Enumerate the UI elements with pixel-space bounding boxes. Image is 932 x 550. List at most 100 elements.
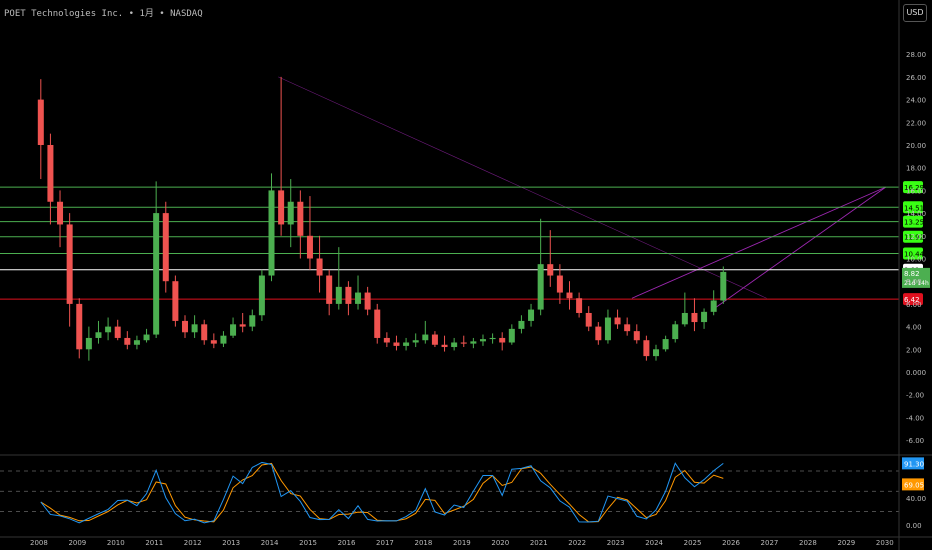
candle-body (181, 320, 188, 333)
candle-body (422, 334, 429, 341)
x-tick-label: 2028 (799, 539, 817, 547)
candle-body (268, 190, 275, 276)
x-tick-label: 2025 (684, 539, 702, 547)
candle-body (114, 326, 121, 338)
candle-body (662, 339, 669, 350)
candle-body (201, 324, 208, 341)
candle-body (297, 201, 304, 236)
y-tick-label: -4.00 (906, 414, 924, 422)
candle-body (595, 326, 602, 341)
trendline (712, 186, 887, 310)
candle-body (537, 264, 544, 310)
candle-body (364, 292, 371, 310)
candle-body (604, 317, 611, 341)
candle-body (556, 275, 563, 293)
x-tick-label: 2024 (645, 539, 663, 547)
x-tick-label: 2020 (491, 539, 509, 547)
candle-body (220, 335, 227, 344)
candle-body (66, 224, 73, 304)
candle-body (431, 334, 438, 345)
candle-body (710, 300, 717, 312)
candle-body (499, 337, 506, 343)
y-tick-label: 8.00 (906, 278, 922, 286)
candle-body (681, 312, 688, 325)
osc-k-line (40, 461, 724, 524)
x-tick-label: 2012 (184, 539, 202, 547)
candle-body (172, 281, 179, 321)
candle-body (441, 344, 448, 348)
x-tick-label: 2015 (299, 539, 317, 547)
osc-value-label: 91.30 (904, 460, 924, 468)
candle-body (633, 331, 640, 341)
candle-body (162, 213, 169, 282)
candle-body (489, 337, 496, 340)
candle-body (585, 312, 592, 327)
candle-body (576, 298, 583, 313)
y-tick-label: 22.00 (906, 119, 926, 127)
x-tick-label: 2016 (338, 539, 356, 547)
candle-body (37, 99, 44, 145)
candle-body (412, 340, 419, 343)
candle-body (470, 341, 477, 344)
y-tick-label: 2.00 (906, 346, 922, 354)
x-tick-label: 2021 (530, 539, 548, 547)
candle-body (383, 337, 390, 343)
candle-body (278, 190, 285, 225)
y-tick-label: 4.00 (906, 324, 922, 332)
candle-body (403, 342, 410, 346)
last-price-label: 8.82 (904, 270, 920, 278)
x-tick-label: 2013 (222, 539, 240, 547)
candle-body (643, 340, 650, 357)
x-tick-label: 2017 (376, 539, 394, 547)
candle-body (47, 145, 54, 202)
candle-body (335, 286, 342, 304)
candle-body (720, 271, 727, 301)
candle-body (624, 324, 631, 332)
candle-body (355, 292, 362, 304)
y-tick-label: -2.00 (906, 392, 924, 400)
candle-body (326, 275, 333, 304)
candle-body (210, 340, 217, 344)
candle-body (518, 320, 525, 329)
y-tick-label: 20.00 (906, 142, 926, 150)
candle-body (230, 324, 237, 336)
x-tick-label: 2011 (145, 539, 163, 547)
y-tick-label: 6.00 (906, 301, 922, 309)
candle-body (566, 292, 573, 299)
x-tick-label: 2023 (607, 539, 625, 547)
x-tick-label: 2014 (261, 539, 279, 547)
candle-body (508, 328, 515, 343)
candle-body (653, 349, 660, 357)
x-tick-label: 2008 (30, 539, 48, 547)
trendline (631, 186, 886, 299)
y-tick-label: 14.00 (906, 210, 926, 218)
candle-body (691, 312, 698, 323)
candle-body (528, 309, 535, 321)
y-tick-label: 12.00 (906, 233, 926, 241)
osc-y-tick: 40.00 (906, 495, 926, 503)
candle-body (191, 324, 198, 333)
y-tick-label: 18.00 (906, 165, 926, 173)
osc-value-label: 69.05 (904, 481, 924, 489)
price-chart[interactable]: 16.2914.5113.2511.9210.449.016.428.8221d… (0, 0, 932, 550)
x-tick-label: 2022 (568, 539, 586, 547)
candle-body (95, 332, 102, 338)
candle-body (153, 213, 160, 335)
y-tick-label: 0.000 (906, 369, 926, 377)
candle-body (133, 340, 140, 345)
candle-body (57, 201, 64, 225)
y-tick-label: 10.00 (906, 256, 926, 264)
candle-body (249, 315, 256, 327)
candle-body (143, 334, 150, 341)
x-tick-label: 2029 (837, 539, 855, 547)
x-tick-label: 2019 (453, 539, 471, 547)
x-tick-label: 2009 (68, 539, 86, 547)
candle-body (374, 309, 381, 338)
x-tick-label: 2030 (876, 539, 894, 547)
osc-y-tick: 0.00 (906, 522, 922, 530)
candle-body (701, 311, 708, 323)
candle-body (105, 326, 112, 333)
candle-body (479, 339, 486, 342)
y-tick-label: 26.00 (906, 74, 926, 82)
level-price-label: 13.25 (904, 219, 924, 227)
